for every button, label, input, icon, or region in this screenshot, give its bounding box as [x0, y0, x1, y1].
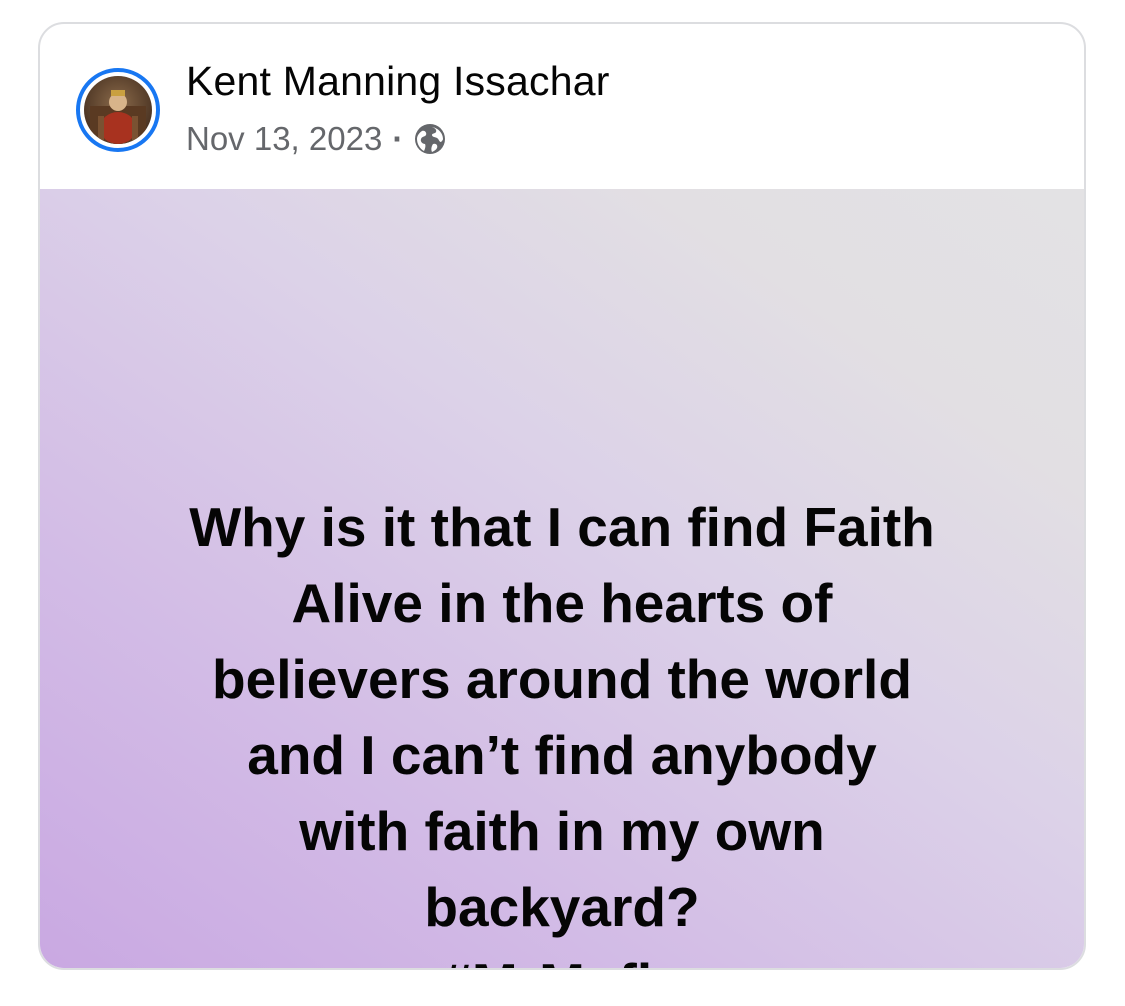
meta-separator: · [392, 120, 404, 157]
post-body-line: believers around the world [212, 648, 912, 710]
post-body-line: with faith in my own [299, 800, 825, 862]
post-header: Kent Manning Issachar Nov 13, 2023 · [40, 24, 1084, 189]
post-body-line: Why is it that I can find Faith [189, 496, 935, 558]
post-card: Kent Manning Issachar Nov 13, 2023 · Why… [38, 22, 1086, 970]
author-name[interactable]: Kent Manning Issachar [186, 58, 610, 105]
hashtag-word: MrMofia [472, 952, 683, 968]
post-body-line: and I can’t find anybody [247, 724, 877, 786]
avatar-image [84, 76, 152, 144]
hashtag-prefix: # [441, 952, 472, 968]
globe-icon[interactable] [413, 122, 447, 156]
post-body: Why is it that I can find Faith Alive in… [100, 489, 1024, 968]
avatar[interactable] [76, 68, 160, 152]
post-meta: Nov 13, 2023 · [186, 120, 447, 158]
hashtag-link[interactable]: #MrMofia [441, 945, 683, 968]
post-body-line: backyard? [424, 876, 700, 938]
post-date[interactable]: Nov 13, 2023 [186, 120, 382, 158]
post-body-line: Alive in the hearts of [291, 572, 833, 634]
post-background: Why is it that I can find Faith Alive in… [40, 189, 1084, 968]
